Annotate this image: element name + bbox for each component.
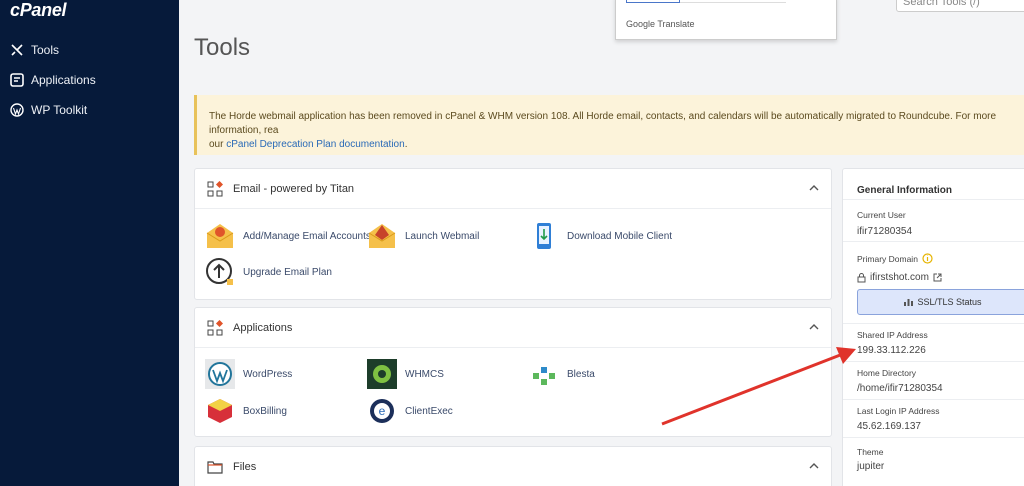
sidebar-item-wp-toolkit[interactable]: WP Toolkit	[9, 100, 87, 120]
upgrade-email-plan[interactable]: Upgrade Email Plan	[205, 257, 332, 287]
ssl-tls-status-button[interactable]: SSL/TLS Status	[857, 289, 1024, 315]
info-icon[interactable]	[922, 253, 933, 264]
wordpress-icon	[205, 359, 235, 389]
shared-ip-label: Shared IP Address	[857, 330, 928, 340]
grid-icon	[207, 180, 223, 196]
upgrade-icon	[206, 258, 233, 285]
bar-chart-icon	[904, 299, 914, 306]
current-user-value: ifir71280354	[857, 226, 913, 237]
sidebar-item-applications[interactable]: Applications	[9, 70, 96, 90]
svg-text:e: e	[379, 404, 386, 418]
add-manage-email-accounts[interactable]: Add/Manage Email Accounts	[205, 221, 371, 251]
theme-row: Theme jupiter	[843, 437, 1024, 475]
email-panel: Email - powered by Titan Add/Manage Emai…	[194, 168, 832, 300]
shared-ip-value: 199.33.112.226	[857, 345, 926, 356]
page-title: Tools	[194, 34, 251, 61]
theme-label: Theme	[857, 447, 884, 457]
tools-icon	[9, 42, 25, 58]
app-boxbilling[interactable]: BoxBilling	[205, 396, 287, 426]
app-blesta[interactable]: Blesta	[529, 359, 595, 389]
last-login-value: 45.62.169.137	[857, 421, 921, 432]
general-information-panel: General Information Current User ifir712…	[842, 168, 1024, 486]
email-panel-title: Email - powered by Titan	[233, 182, 355, 195]
files-panel-header[interactable]: Files	[195, 447, 831, 486]
app-whmcs[interactable]: WHMCS	[367, 359, 444, 389]
applications-icon	[9, 72, 25, 88]
item-label: Upgrade Email Plan	[243, 266, 332, 278]
grid-icon	[207, 319, 223, 335]
item-label: Blesta	[567, 368, 595, 380]
search-input[interactable]: Search Tools (/)	[896, 0, 1024, 12]
sidebar-item-label: Applications	[31, 73, 96, 87]
current-user-label: Current User	[857, 210, 906, 220]
sidebar: cPanel Tools Applications WP Toolkit	[0, 0, 179, 486]
theme-value: jupiter	[857, 461, 885, 472]
primary-domain-link[interactable]: ifirstshot.com	[870, 272, 929, 283]
item-label: WordPress	[243, 368, 293, 380]
item-label: Download Mobile Client	[567, 230, 673, 242]
primary-domain-label: Primary Domain	[857, 253, 918, 264]
notice-text: The Horde webmail application has been r…	[209, 111, 997, 136]
launch-webmail[interactable]: Launch Webmail	[367, 221, 479, 251]
wordpress-icon	[9, 102, 25, 118]
boxbilling-icon	[208, 399, 232, 423]
deprecation-plan-link[interactable]: cPanel Deprecation Plan documentation	[226, 139, 404, 150]
ssl-button-label: SSL/TLS Status	[917, 297, 982, 307]
shared-ip-row: Shared IP Address 199.33.112.226	[843, 323, 1024, 361]
cpanel-logo[interactable]: cPanel	[10, 0, 67, 21]
sidebar-item-label: Tools	[31, 43, 60, 57]
last-login-label: Last Login IP Address	[857, 406, 940, 416]
home-directory-label: Home Directory	[857, 368, 917, 378]
chevron-up-icon[interactable]	[809, 461, 819, 471]
translate-label[interactable]: Google Translate	[626, 19, 695, 29]
notice-text-3: .	[404, 139, 408, 150]
external-link-icon[interactable]	[933, 273, 942, 282]
webmail-icon	[368, 224, 396, 248]
translate-divider	[680, 0, 786, 3]
translate-language-selector[interactable]	[626, 0, 680, 3]
notice-text-2: our	[209, 139, 227, 150]
sidebar-item-tools[interactable]: Tools	[9, 40, 59, 60]
item-label: Add/Manage Email Accounts	[243, 230, 371, 242]
home-directory-value: /home/ifir71280354	[857, 383, 943, 394]
translate-popup: Google Translate	[615, 0, 837, 40]
applications-panel: Applications WordPress WHMCS Blesta BoxB…	[194, 307, 832, 437]
files-panel: Files	[194, 446, 832, 486]
primary-domain-wrap: ifirstshot.com	[857, 272, 942, 283]
item-label: BoxBilling	[243, 405, 287, 417]
email-panel-header[interactable]: Email - powered by Titan	[195, 169, 831, 209]
item-label: ClientExec	[405, 405, 453, 417]
email-accounts-icon	[206, 224, 234, 248]
blesta-icon	[533, 367, 555, 385]
folder-icon	[207, 460, 223, 474]
last-login-row: Last Login IP Address 45.62.169.137	[843, 399, 1024, 437]
item-label: Launch Webmail	[405, 230, 480, 242]
clientexec-icon: e	[370, 399, 394, 423]
chevron-up-icon[interactable]	[809, 322, 819, 332]
app-clientexec[interactable]: e ClientExec	[367, 396, 453, 426]
general-information-title: General Information	[857, 185, 953, 196]
applications-panel-title: Applications	[233, 321, 293, 334]
current-user-row: Current User ifir71280354	[843, 199, 1024, 241]
deprecation-notice: The Horde webmail application has been r…	[194, 95, 1024, 155]
primary-domain-label-wrap: Primary Domain	[857, 253, 933, 264]
applications-panel-header[interactable]: Applications	[195, 308, 831, 348]
mobile-phone-icon	[537, 223, 551, 249]
lock-icon	[857, 272, 866, 282]
app-wordpress[interactable]: WordPress	[205, 359, 292, 389]
home-directory-row: Home Directory /home/ifir71280354	[843, 361, 1024, 399]
download-mobile-client[interactable]: Download Mobile Client	[529, 221, 672, 251]
chevron-up-icon[interactable]	[809, 183, 819, 193]
sidebar-item-label: WP Toolkit	[31, 103, 88, 117]
item-label: WHMCS	[405, 368, 444, 380]
files-panel-title: Files	[233, 460, 257, 473]
whmcs-icon	[367, 359, 397, 389]
